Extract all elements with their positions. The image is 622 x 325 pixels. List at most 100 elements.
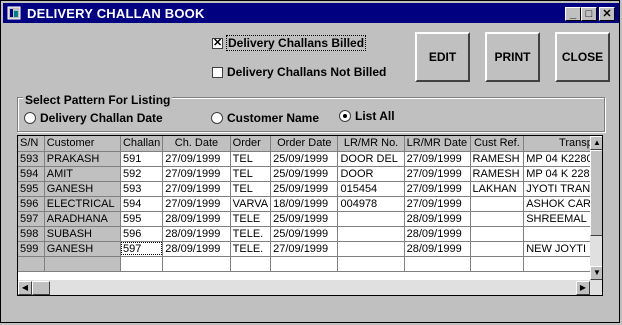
table-cell[interactable]: TELE. [230,241,272,257]
table-cell[interactable]: 27/09/1999 [404,166,471,182]
table-row[interactable]: 597 ARADHANA 595 28/09/1999 TELE 25/09/1999 28… [18,211,602,227]
horizontal-scroll-thumb[interactable] [32,281,50,295]
radio-customer-name-label[interactable]: Customer Name [227,111,319,125]
table-row[interactable]: 595 GANESH 593 27/09/1999 TEL 25/09/1999 01545… [18,181,602,197]
table-cell[interactable] [470,256,525,272]
table-cell[interactable]: 596 [120,226,164,242]
table-cell[interactable]: 597 [120,241,164,257]
table-cell[interactable]: 593 [120,181,164,197]
scroll-right-icon[interactable]: ▶ [576,281,590,295]
table-cell[interactable]: RAMESH [470,151,525,167]
table-cell[interactable] [337,211,405,227]
table-cell[interactable]: 25/09/1999 [270,151,339,167]
table-cell[interactable]: 27/09/1999 [162,166,231,182]
table-cell[interactable]: DOOR [337,166,405,182]
row-serial-cell[interactable]: 596 [18,196,45,212]
scroll-down-icon[interactable]: ▼ [590,266,602,280]
column-header[interactable]: Customer [44,136,121,152]
table-cell[interactable] [337,226,405,242]
table-cell[interactable]: TEL [230,151,272,167]
table-cell[interactable]: TELE [230,211,272,227]
table-cell[interactable]: 27/09/1999 [404,196,471,212]
column-header[interactable]: Cust Ref. [470,136,525,152]
table-cell[interactable] [337,256,405,272]
horizontal-scrollbar[interactable]: ◀ ▶ [18,280,602,295]
table-cell[interactable] [162,256,231,272]
table-cell[interactable]: 592 [120,166,164,182]
table-cell[interactable]: 25/09/1999 [270,211,339,227]
table-cell[interactable]: 595 [120,211,164,227]
table-cell[interactable]: 27/09/1999 [162,181,231,197]
radio-list-all-label[interactable]: List All [355,109,395,123]
table-cell[interactable]: VARVA [230,196,272,212]
row-serial-cell[interactable]: 599 [18,241,45,257]
billed-checkbox[interactable]: ✕ [212,38,223,49]
table-cell[interactable] [470,241,525,257]
table-cell[interactable]: PRAKASH [44,151,121,167]
maximize-button[interactable]: □ [581,7,597,21]
table-cell[interactable]: 27/09/1999 [404,181,471,197]
row-serial-cell[interactable]: 595 [18,181,45,197]
row-serial-cell[interactable]: 593 [18,151,45,167]
vertical-scrollbar[interactable]: ▲ ▼ [590,136,602,280]
column-header[interactable]: Order [230,136,272,152]
table-cell[interactable]: ARADHANA [44,211,121,227]
table-cell[interactable] [230,256,272,272]
scroll-left-icon[interactable]: ◀ [18,281,32,295]
close-button[interactable]: CLOSE [555,32,610,82]
table-cell[interactable]: 25/09/1999 [270,226,339,242]
table-cell[interactable]: TELE. [230,226,272,242]
table-cell[interactable] [470,211,525,227]
minimize-button[interactable]: _ [565,7,581,21]
radio-challan-date[interactable] [24,112,36,124]
table-cell[interactable]: 594 [120,196,164,212]
table-cell[interactable]: AMIT [44,166,121,182]
radio-customer-name[interactable] [211,112,223,124]
table-cell[interactable] [270,256,339,272]
table-cell[interactable]: 18/09/1999 [270,196,339,212]
row-serial-cell[interactable]: 594 [18,166,45,182]
table-cell[interactable]: LAKHAN [470,181,525,197]
row-serial-cell[interactable]: 597 [18,211,45,227]
table-cell[interactable]: 25/09/1999 [270,166,339,182]
table-row[interactable]: 594 AMIT 592 27/09/1999 TEL 25/09/1999 DOOR 27/… [18,166,602,182]
table-cell[interactable]: 28/09/1999 [162,211,231,227]
table-cell[interactable]: 28/09/1999 [404,226,471,242]
table-row[interactable]: 593 PRAKASH 591 27/09/1999 TEL 25/09/1999 DOOR… [18,151,602,167]
radio-list-all[interactable] [339,110,351,122]
table-cell[interactable]: 28/09/1999 [404,241,471,257]
table-cell[interactable] [404,256,471,272]
table-cell[interactable] [470,196,525,212]
table-cell[interactable] [337,241,405,257]
title-bar[interactable]: DELIVERY CHALLAN BOOK _ □ ✕ [3,3,619,23]
radio-challan-date-label[interactable]: Delivery Challan Date [40,111,163,125]
table-cell[interactable]: 25/09/1999 [270,181,339,197]
column-header[interactable]: Ch. Date [162,136,231,152]
table-cell[interactable]: TEL [230,181,272,197]
table-cell[interactable]: ELECTRICAL [44,196,121,212]
table-cell[interactable]: 004978 [337,196,405,212]
column-header[interactable]: Challan [120,136,164,152]
table-cell[interactable]: 27/09/1999 [270,241,339,257]
column-header[interactable]: Order Date [270,136,339,152]
table-cell[interactable]: TEL [230,166,272,182]
table-cell[interactable] [44,256,121,272]
table-row[interactable]: 598 SUBASH 596 28/09/1999 TELE. 25/09/1999 28/… [18,226,602,242]
print-button[interactable]: PRINT [485,32,540,82]
table-cell[interactable]: 28/09/1999 [162,241,231,257]
not-billed-checkbox[interactable] [212,67,223,78]
edit-button[interactable]: EDIT [415,32,470,82]
table-row[interactable]: 596 ELECTRICAL 594 27/09/1999 VARVA 18/09/199… [18,196,602,212]
table-cell[interactable] [470,226,525,242]
table-cell[interactable]: SUBASH [44,226,121,242]
table-cell[interactable]: 591 [120,151,164,167]
column-header[interactable]: S/N [18,136,45,152]
close-window-button[interactable]: ✕ [599,7,615,21]
table-cell[interactable]: 28/09/1999 [404,211,471,227]
billed-label[interactable]: Delivery Challans Billed [225,35,367,51]
table-cell[interactable]: 27/09/1999 [162,151,231,167]
table-cell[interactable] [120,256,164,272]
column-header[interactable]: LR/MR Date [404,136,471,152]
table-cell[interactable]: DOOR DEL [337,151,405,167]
not-billed-label[interactable]: Delivery Challans Not Billed [227,65,386,79]
